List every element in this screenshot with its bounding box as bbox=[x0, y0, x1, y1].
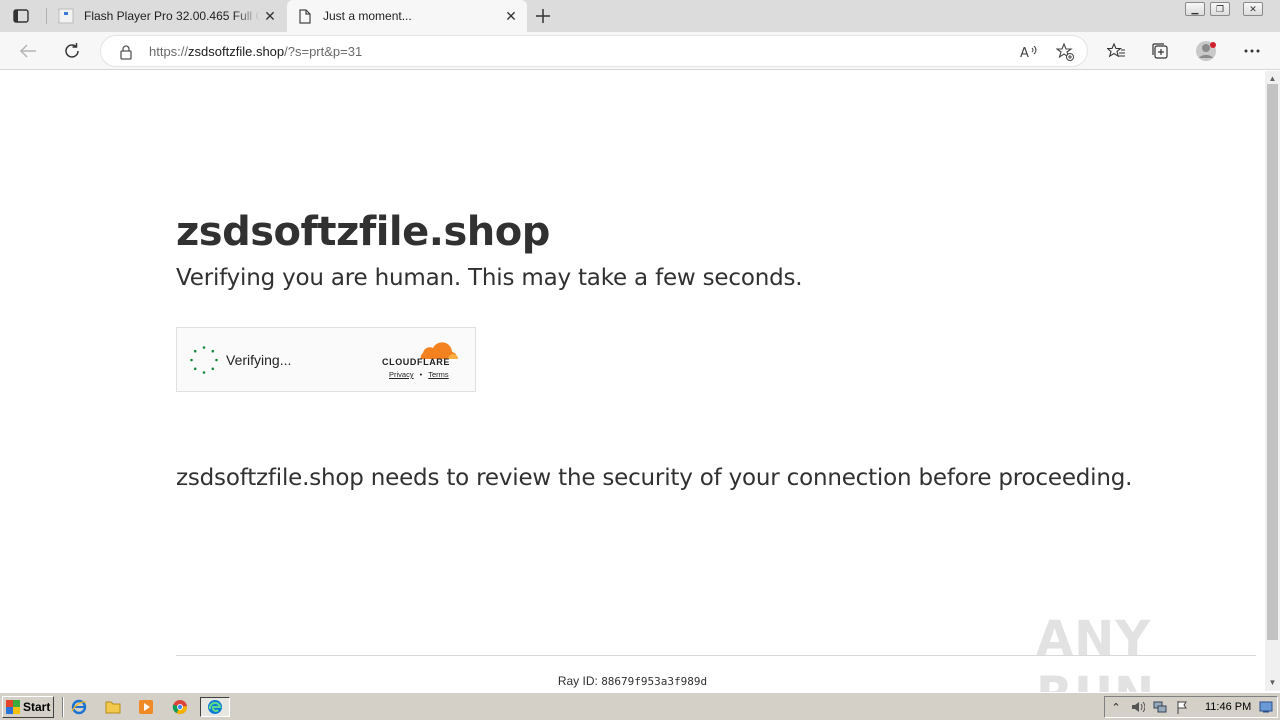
tab-title: Just a moment... bbox=[323, 9, 412, 23]
spinner-icon bbox=[189, 345, 219, 375]
url-host: zsdsoftzfile.shop bbox=[188, 44, 285, 59]
close-icon: ✕ bbox=[1243, 2, 1263, 16]
more-icon[interactable] bbox=[1241, 40, 1263, 62]
svg-text:A: A bbox=[1020, 46, 1029, 60]
taskbar-separator bbox=[62, 697, 64, 717]
favorites-icon[interactable] bbox=[1105, 40, 1127, 62]
vertical-scrollbar[interactable]: ▲ ▼ bbox=[1265, 71, 1280, 691]
tab-flash-player[interactable]: Flash Player Pro 32.00.465 Full Cr ✕ bbox=[48, 0, 286, 32]
arrow-left-icon bbox=[19, 44, 36, 58]
url-text[interactable]: https://zsdsoftzfile.shop/?s=prt&p=31 bbox=[149, 44, 362, 59]
scroll-up-icon[interactable]: ▲ bbox=[1268, 74, 1277, 83]
tab-actions-button[interactable] bbox=[10, 6, 32, 26]
folder-icon[interactable] bbox=[102, 697, 124, 717]
collections-icon[interactable] bbox=[1149, 40, 1171, 62]
chevron-up-icon[interactable]: ⌃ bbox=[1109, 700, 1123, 714]
chrome-icon[interactable] bbox=[169, 697, 191, 717]
cloudflare-links: Privacy • Terms bbox=[389, 370, 449, 379]
back-button[interactable] bbox=[15, 38, 41, 64]
plus-icon bbox=[536, 9, 550, 23]
cloudflare-wordmark: CLOUDFLARE bbox=[382, 357, 450, 367]
start-button[interactable]: Start bbox=[2, 696, 54, 718]
tab-title: Flash Player Pro 32.00.465 Full Cr bbox=[84, 9, 260, 23]
edge-icon[interactable] bbox=[200, 697, 230, 717]
document-icon bbox=[297, 8, 313, 24]
browser-toolbar: https://zsdsoftzfile.shop/?s=prt&p=31 A bbox=[0, 32, 1280, 70]
minimize-button[interactable]: ▁ bbox=[1184, 0, 1206, 18]
media-player-icon[interactable] bbox=[135, 697, 157, 717]
close-tab-icon[interactable]: ✕ bbox=[501, 6, 521, 26]
tab-separator bbox=[46, 8, 47, 24]
page-favicon-icon bbox=[58, 8, 74, 24]
security-review-text: zsdsoftzfile.shop needs to review the se… bbox=[176, 465, 1133, 491]
close-tab-icon[interactable]: ✕ bbox=[260, 6, 280, 26]
url-scheme: https:// bbox=[149, 44, 189, 59]
privacy-link[interactable]: Privacy bbox=[389, 370, 414, 379]
cloudflare-challenge-widget[interactable]: Verifying... CLOUDFLARE Privacy • Terms bbox=[176, 327, 476, 392]
scroll-down-icon[interactable]: ▼ bbox=[1268, 678, 1277, 687]
verification-status: Verifying... bbox=[226, 352, 292, 368]
page-title: zsdsoftzfile.shop bbox=[176, 209, 550, 255]
ie-icon[interactable] bbox=[68, 697, 90, 717]
ray-id-value: 88679f953a3f989d bbox=[601, 675, 708, 688]
show-desktop-icon[interactable] bbox=[1259, 700, 1273, 714]
read-aloud-icon[interactable]: A bbox=[1019, 42, 1039, 62]
flag-icon[interactable] bbox=[1175, 700, 1189, 714]
ray-id-label: Ray ID: bbox=[557, 674, 602, 688]
profile-avatar[interactable] bbox=[1195, 40, 1217, 62]
close-window-button[interactable]: ✕ bbox=[1242, 0, 1264, 18]
volume-icon[interactable] bbox=[1131, 700, 1145, 714]
terms-link[interactable]: Terms bbox=[428, 370, 448, 379]
link-separator: • bbox=[419, 370, 423, 379]
restore-button[interactable]: ❐ bbox=[1209, 0, 1231, 18]
page-viewport: zsdsoftzfile.shop Verifying you are huma… bbox=[0, 71, 1265, 723]
url-path: /?s=prt&p=31 bbox=[284, 44, 363, 59]
refresh-icon bbox=[65, 43, 79, 58]
system-clock[interactable]: 11:46 PM bbox=[1205, 701, 1251, 713]
restore-icon: ❐ bbox=[1210, 2, 1230, 16]
network-icon[interactable] bbox=[1153, 700, 1167, 714]
new-tab-button[interactable] bbox=[532, 5, 554, 27]
lock-icon[interactable] bbox=[119, 44, 133, 60]
address-bar[interactable]: https://zsdsoftzfile.shop/?s=prt&p=31 A bbox=[100, 35, 1088, 67]
start-label: Start bbox=[23, 700, 51, 714]
windows-flag-icon bbox=[6, 700, 20, 714]
scrollbar-thumb[interactable] bbox=[1267, 84, 1278, 640]
verification-subtitle: Verifying you are human. This may take a… bbox=[176, 265, 803, 291]
tab-actions-icon bbox=[13, 9, 29, 23]
star-plus-icon[interactable] bbox=[1055, 42, 1075, 62]
taskbar: Start ⌃ 11:46 PM bbox=[0, 692, 1280, 720]
refresh-button[interactable] bbox=[59, 38, 85, 64]
minimize-icon: ▁ bbox=[1185, 2, 1205, 16]
tab-strip: Flash Player Pro 32.00.465 Full Cr ✕ Jus… bbox=[0, 0, 1280, 32]
system-tray: ⌃ 11:46 PM bbox=[1104, 696, 1278, 718]
tab-just-a-moment[interactable]: Just a moment... ✕ bbox=[287, 0, 527, 32]
